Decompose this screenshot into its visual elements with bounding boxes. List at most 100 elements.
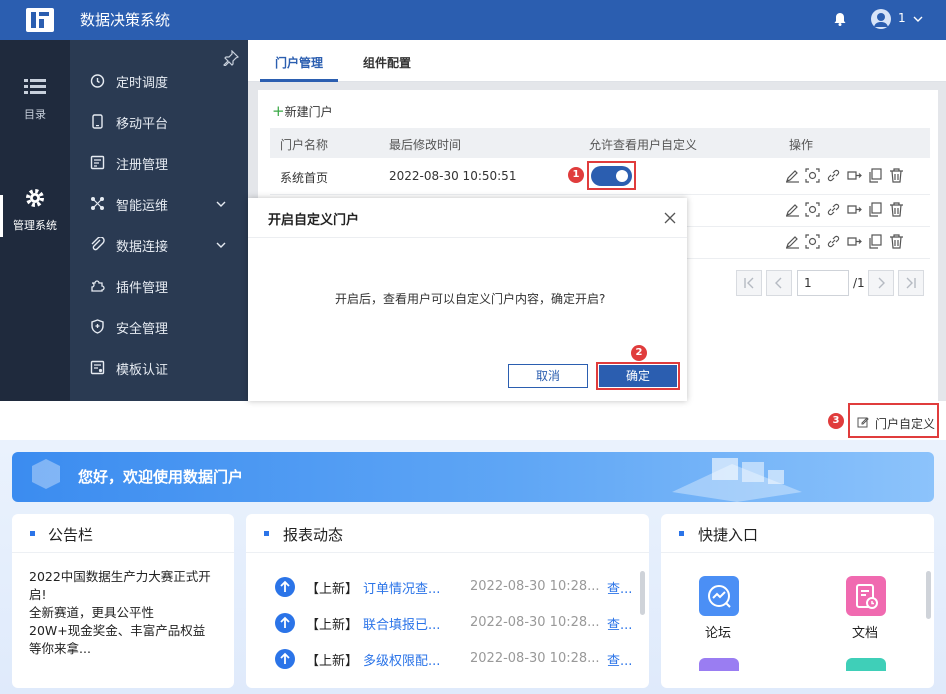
chevron-right-icon [878,277,885,289]
news-view-link[interactable]: 查... [607,578,632,597]
sidebar-item-data-connection[interactable]: 数据连接 [70,224,248,265]
sidebar-item-mobile[interactable]: 移动平台 [70,101,248,142]
delete-icon[interactable] [889,234,904,249]
step-badge-1: 1 [568,167,584,183]
page-input[interactable]: 1 [797,270,849,296]
rail-item-catalog[interactable]: 目录 [0,78,70,122]
new-portal-button[interactable]: +新建门户 [272,102,333,120]
row-actions [785,168,905,184]
active-tab-indicator [260,79,338,82]
row-actions [785,202,905,218]
certificate-icon [90,360,105,375]
quick-entry-card-title: 快捷入口 [698,526,759,544]
arrow-up-icon [275,649,295,669]
news-link[interactable]: 联合填报已... [363,614,440,633]
prev-page-button[interactable] [766,270,792,296]
chevron-down-icon[interactable] [912,13,924,25]
news-view-link[interactable]: 查... [607,650,632,669]
news-date: 2022-08-30 10:28... [470,651,600,666]
dialog-title: 开启自定义门户 [268,213,360,228]
tab-component-config[interactable]: 组件配置 [363,54,411,71]
link-icon [91,237,105,251]
export-icon[interactable] [847,202,862,217]
export-icon[interactable] [847,234,862,249]
news-link[interactable]: 多级权限配... [363,650,440,669]
shield-icon [91,319,104,334]
column-header: 允许查看用户自定义 [589,138,698,152]
column-header: 门户名称 [280,138,329,152]
card-title-marker [264,531,269,536]
rail-item-label: 管理系统 [13,219,57,232]
confirm-button[interactable]: 确定 [599,365,677,387]
last-page-icon [906,277,916,289]
card-divider [12,552,234,553]
avatar-icon[interactable] [871,9,891,29]
link-icon[interactable] [826,168,841,183]
card-divider [246,552,649,553]
app-logo-icon [26,8,54,32]
rail-item-management[interactable]: 管理系统 [0,187,70,233]
dialog-divider [248,237,687,238]
copy-icon[interactable] [868,168,883,183]
sidebar-item-security[interactable]: 安全管理 [70,306,248,347]
delete-icon[interactable] [889,202,904,217]
welcome-banner-text: 您好，欢迎使用数据门户 [78,468,244,486]
new-portal-label: 新建门户 [284,105,333,119]
link-icon[interactable] [826,234,841,249]
app-title: 数据决策系统 [80,11,171,29]
plugin-icon [91,280,105,292]
arrow-up-icon [275,577,295,597]
tab-portal-management[interactable]: 门户管理 [275,54,323,71]
news-view-link[interactable]: 查... [607,614,632,633]
edit-icon[interactable] [785,234,800,249]
link-icon[interactable] [826,202,841,217]
chevron-left-icon [775,277,782,289]
first-page-button[interactable] [736,270,762,296]
user-name[interactable]: 1 [898,11,906,25]
register-icon [90,155,105,170]
news-date: 2022-08-30 10:28... [470,615,600,630]
preview-icon[interactable] [805,168,820,183]
export-icon[interactable] [847,168,862,183]
edit-icon[interactable] [785,202,800,217]
list-icon [24,79,46,94]
card-title-marker [30,531,35,536]
sidebar-item-schedule[interactable]: 定时调度 [70,60,248,101]
row-divider [270,194,930,195]
sidebar-item-template-auth[interactable]: 模板认证 [70,347,248,388]
scrollbar[interactable] [640,571,645,615]
next-page-button[interactable] [868,270,894,296]
sidebar-item-ops[interactable]: 智能运维 [70,183,248,224]
bell-icon[interactable] [832,11,848,27]
last-page-button[interactable] [898,270,924,296]
sidebar-item-registration[interactable]: 注册管理 [70,142,248,183]
edit-icon [857,417,869,428]
sidebar-item-plugins[interactable]: 插件管理 [70,265,248,306]
column-header: 操作 [789,138,814,152]
cancel-button[interactable]: 取消 [508,364,588,388]
toggle-knob [616,170,628,182]
delete-icon[interactable] [889,168,904,183]
table-header: 门户名称 最后修改时间 允许查看用户自定义 操作 [270,128,930,158]
edit-icon[interactable] [785,168,800,183]
news-tag: 【上新】 [306,582,359,597]
scrollbar[interactable] [926,571,931,619]
quick-entry-label: 论坛 [705,626,732,641]
preview-icon[interactable] [805,202,820,217]
step-badge-3: 3 [828,413,844,429]
plus-icon: + [272,102,285,120]
notice-line: 等你来拿... [29,641,91,656]
notice-line: 2022中国数据生产力大赛正式开 [29,569,211,584]
portal-name-cell: 系统首页 [280,171,329,185]
copy-icon[interactable] [868,202,883,217]
page-total: /1 [853,276,865,290]
news-date: 2022-08-30 10:28... [470,579,600,594]
card-divider [661,552,934,553]
news-link[interactable]: 订单情况查... [363,578,440,597]
first-page-icon [744,277,754,289]
close-icon[interactable] [664,212,676,224]
preview-icon[interactable] [805,234,820,249]
notice-card-title: 公告栏 [48,526,94,544]
copy-icon[interactable] [868,234,883,249]
step-badge-2: 2 [631,345,647,361]
